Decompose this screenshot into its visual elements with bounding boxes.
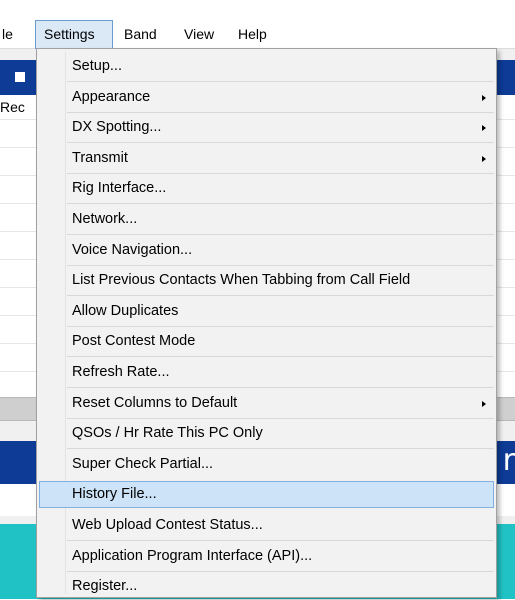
menu-item-label: Web Upload Contest Status... <box>72 517 263 533</box>
menu-item-setup[interactable]: Setup... <box>39 53 494 82</box>
menu-separator <box>67 234 494 235</box>
menu-item-label: Setup... <box>72 58 122 74</box>
menu-item-label: Rig Interface... <box>72 180 167 197</box>
grid-column-header: Rec <box>0 99 25 115</box>
menu-separator <box>67 417 494 419</box>
menu-item-label: History File... <box>72 486 157 503</box>
menu-item-rig-interface[interactable]: Rig Interface... <box>39 175 494 205</box>
menu-item-register[interactable]: Register... <box>39 573 494 600</box>
menu-bar: le Settings Band View Help <box>0 20 515 49</box>
menu-item-appearance[interactable]: Appearance <box>39 84 494 113</box>
menu-separator <box>67 356 494 358</box>
menu-view[interactable]: View <box>176 20 222 48</box>
menu-separator <box>67 111 494 113</box>
menu-separator <box>67 203 494 205</box>
submenu-arrow-icon <box>482 155 486 162</box>
menu-item-label: Network... <box>72 211 138 227</box>
submenu-arrow-icon <box>482 400 486 407</box>
menu-item-label: Allow Duplicates <box>72 302 179 319</box>
menu-separator <box>67 540 494 541</box>
menu-separator <box>67 387 494 388</box>
menu-item-list-previous-contacts-when-tabbing-from-call-field[interactable]: List Previous Contacts When Tabbing from… <box>39 267 494 297</box>
menu-item-label: Reset Columns to Default <box>72 394 238 411</box>
menu-item-transmit[interactable]: Transmit <box>39 145 494 174</box>
menu-separator <box>67 81 494 82</box>
menu-separator <box>67 325 494 327</box>
menu-item-post-contest-mode[interactable]: Post Contest Mode <box>39 328 494 358</box>
menu-settings[interactable]: Settings <box>35 20 113 49</box>
submenu-arrow-icon <box>482 94 486 101</box>
menu-item-label: Application Program Interface (API)... <box>72 547 313 564</box>
menu-item-label: Post Contest Mode <box>72 333 196 350</box>
menu-separator <box>67 570 494 572</box>
menu-item-qsos-hr-rate-this-pc-only[interactable]: QSOs / Hr Rate This PC Only <box>39 420 494 450</box>
menu-item-label: Register... <box>72 578 138 595</box>
menu-item-label: Refresh Rate... <box>72 364 170 380</box>
menu-item-label: Appearance <box>72 88 151 105</box>
entry-band-text: r <box>502 443 515 478</box>
menu-separator <box>67 142 494 144</box>
menu-item-dx-spotting[interactable]: DX Spotting... <box>39 114 494 144</box>
menu-file[interactable]: le <box>0 20 21 48</box>
menu-help[interactable]: Help <box>230 20 275 48</box>
menu-item-allow-duplicates[interactable]: Allow Duplicates <box>39 298 494 327</box>
submenu-arrow-icon <box>482 125 486 132</box>
menu-item-label: Super Check Partial... <box>72 455 214 472</box>
menu-item-voice-navigation[interactable]: Voice Navigation... <box>39 237 494 266</box>
menu-item-label: List Previous Contacts When Tabbing from… <box>72 272 411 289</box>
menu-separator <box>67 172 494 174</box>
menu-item-super-check-partial[interactable]: Super Check Partial... <box>39 451 494 478</box>
menu-separator <box>67 264 494 266</box>
menu-item-application-program-interface-api[interactable]: Application Program Interface (API)... <box>39 543 494 572</box>
top-caption-strip <box>0 0 515 20</box>
menu-separator <box>67 295 494 297</box>
checkbox[interactable] <box>15 72 25 82</box>
menu-item-history-file[interactable]: History File... <box>39 481 494 509</box>
menu-item-label: Voice Navigation... <box>72 241 193 258</box>
menu-separator <box>67 448 494 450</box>
menu-item-reset-columns-to-default[interactable]: Reset Columns to Default <box>39 390 494 419</box>
settings-dropdown-menu: Setup... Appearance DX Spotting... Transmit… <box>36 48 497 598</box>
menu-item-label: QSOs / Hr Rate This PC Only <box>72 425 263 442</box>
menu-item-network[interactable]: Network... <box>39 206 494 235</box>
menu-item-label: Transmit <box>72 149 128 166</box>
menu-item-web-upload-contest-status[interactable]: Web Upload Contest Status... <box>39 512 494 541</box>
menu-item-refresh-rate[interactable]: Refresh Rate... <box>39 359 494 388</box>
menu-item-label: DX Spotting... <box>72 119 162 136</box>
menu-band[interactable]: Band <box>116 20 165 48</box>
